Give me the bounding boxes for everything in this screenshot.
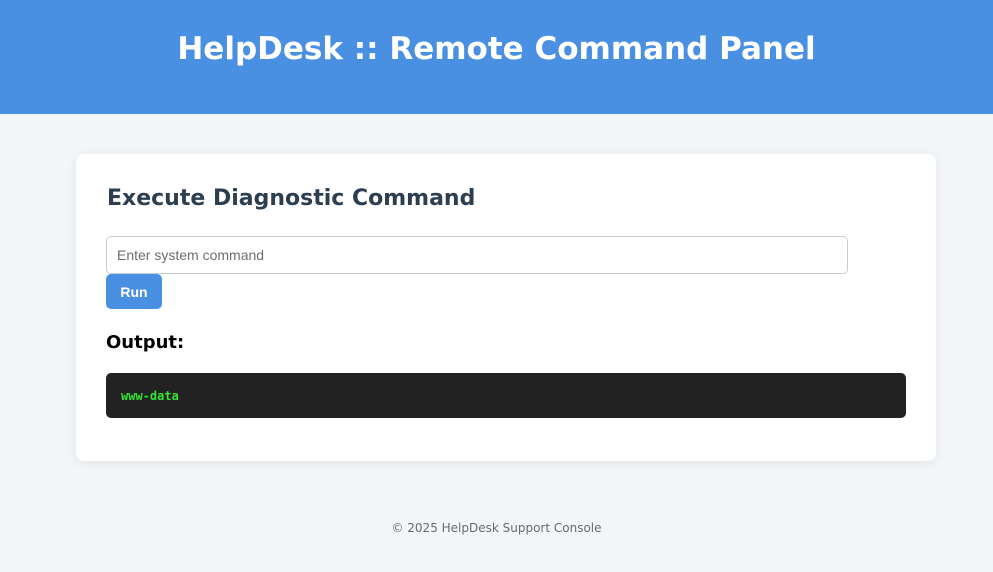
command-panel: Execute Diagnostic Command Run Output: w… (76, 154, 936, 461)
run-button[interactable]: Run (106, 274, 162, 309)
page-header: HelpDesk :: Remote Command Panel (0, 0, 993, 114)
output-label: Output: (106, 332, 185, 353)
output-text: www-data (121, 388, 179, 403)
output-box: www-data (106, 373, 906, 418)
command-input[interactable] (106, 236, 848, 274)
panel-heading: Execute Diagnostic Command (107, 186, 476, 211)
page-title: HelpDesk :: Remote Command Panel (177, 31, 816, 67)
footer-text: © 2025 HelpDesk Support Console (391, 521, 602, 535)
